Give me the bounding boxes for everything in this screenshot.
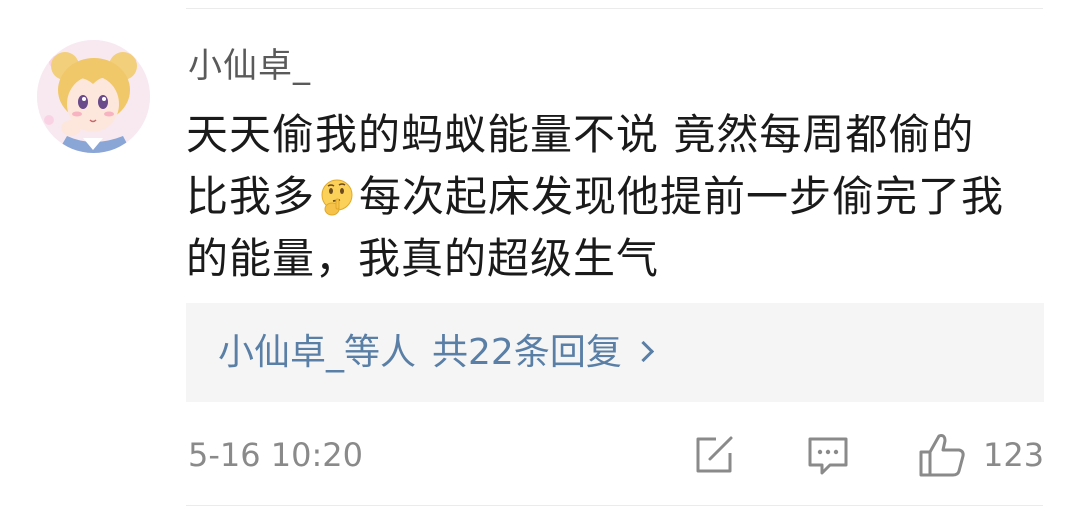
- chevron-right-icon: [632, 340, 654, 363]
- timestamp: 5-16 10:20: [188, 436, 364, 474]
- comment-line-2: 比我多: [186, 172, 316, 221]
- bottom-divider: [186, 505, 1043, 506]
- comment-bubble-icon: [808, 437, 848, 475]
- thinking-face-icon: [321, 179, 353, 216]
- replies-count: 共22条回复: [432, 332, 622, 373]
- username[interactable]: 小仙卓_: [188, 44, 311, 88]
- comment-button[interactable]: [806, 432, 850, 478]
- comment-text: 天天偷我的蚂蚁能量不说 竟然每周都偷的 比我多 每次起床发现他提前一步偷完了我 …: [186, 104, 1046, 290]
- avatar[interactable]: [37, 40, 150, 153]
- share-edit-icon: [696, 436, 733, 473]
- replies-box[interactable]: 小仙卓_等人 共22条回复: [186, 303, 1044, 402]
- anime-girl-avatar-icon: [37, 40, 150, 153]
- comment-line-2b: 每次起床发现他提前一步偷完了我: [359, 172, 1005, 221]
- share-button[interactable]: [692, 432, 736, 478]
- thumbs-up-icon: [919, 434, 965, 477]
- comment-line-2-group: 比我多 每次起床发现他提前一步偷完了我: [186, 166, 1046, 228]
- comment-line-1: 天天偷我的蚂蚁能量不说 竟然每周都偷的: [186, 110, 975, 159]
- replies-who: 小仙卓_等人: [218, 332, 417, 373]
- comment-line-3: 的能量，我真的超级生气: [186, 234, 660, 283]
- like-count: 123: [983, 436, 1045, 474]
- replies-link[interactable]: 小仙卓_等人 共22条回复: [218, 331, 654, 375]
- like-button[interactable]: 123: [917, 432, 1047, 478]
- top-divider: [186, 8, 1043, 9]
